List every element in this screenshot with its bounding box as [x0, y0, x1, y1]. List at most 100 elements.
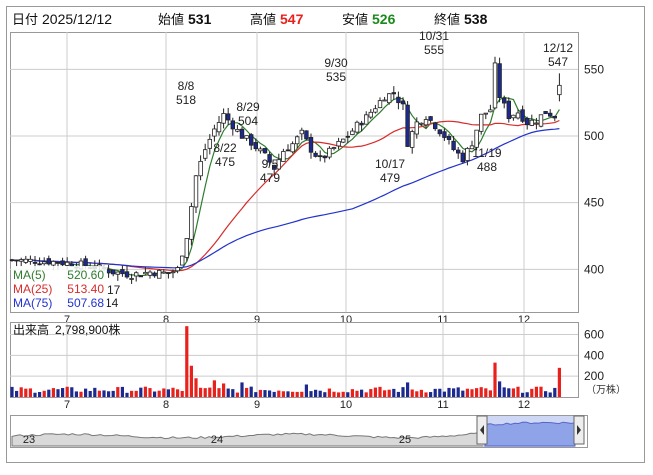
volume-bar [369, 389, 373, 397]
annotation-date: 12/12 [543, 41, 573, 55]
candle-body [55, 262, 61, 264]
volume-bar [530, 388, 534, 397]
volume-bar [217, 388, 221, 397]
annotation-price: 547 [548, 55, 568, 69]
volume-bar [235, 392, 239, 397]
volume-bar [245, 387, 249, 397]
candle-body [32, 261, 38, 264]
annotation-price: 518 [176, 93, 196, 107]
candle-body [534, 122, 539, 125]
candle-body [308, 137, 314, 153]
navigator-selected-line [484, 421, 576, 447]
volume-bar [433, 388, 437, 397]
candle-body [253, 142, 258, 150]
volume-x-tick-label: 7 [64, 399, 70, 411]
volume-bar [419, 389, 423, 397]
volume-bar [189, 365, 193, 397]
candle-body [290, 143, 295, 153]
annotation-date: 9/30 [324, 56, 348, 70]
navigator-right-handle[interactable] [573, 415, 585, 445]
volume-bar [516, 386, 520, 397]
candle-body [37, 263, 42, 266]
volume-bar [162, 388, 166, 397]
volume-bar [484, 388, 488, 397]
candle-body [221, 113, 226, 124]
volume-bar [488, 390, 492, 397]
candle-body [497, 63, 502, 98]
volume-x-tick-label: 12 [518, 399, 530, 411]
volume-bar [314, 389, 318, 397]
candle-body [386, 93, 392, 104]
annotation-date: 9/5 [262, 157, 279, 171]
low-value: 526 [372, 11, 396, 27]
candle-body [18, 259, 24, 262]
volume-bar [254, 392, 258, 397]
candle-body [120, 269, 125, 275]
volume-bar [360, 389, 364, 397]
candle-body [133, 272, 139, 277]
volume-bar [332, 391, 336, 397]
volume-value: 2,798,900株 [55, 322, 120, 337]
candle-body [428, 116, 433, 121]
candle-body [225, 113, 231, 121]
candle-body [515, 112, 521, 119]
candle-body [359, 122, 364, 126]
volume-bar [479, 387, 483, 397]
volume-bar [231, 389, 235, 397]
candle-body [299, 129, 304, 135]
candle-body [51, 261, 56, 266]
volume-panel: 200 400 600 7 8 9 10 11 12 出来高 2,798,900株 （万株） [10, 322, 626, 411]
volume-bar [134, 390, 138, 397]
volume-bar [286, 391, 290, 397]
volume-bar [470, 389, 474, 397]
volume-bar [465, 388, 469, 397]
stock-chart-window: 日付 2025/12/12 始値 531 高値 547 安値 526 終値 53… [0, 0, 653, 470]
candle-body [313, 152, 318, 157]
candle-body [170, 271, 176, 274]
navigator-left-handle[interactable] [476, 415, 488, 445]
volume-x-tick-label: 9 [254, 399, 260, 411]
volume-bar [153, 391, 157, 397]
candle-body [400, 100, 406, 105]
annotation-date: 10/17 [375, 157, 405, 171]
volume-bar [295, 391, 299, 397]
candle-body [455, 149, 461, 154]
volume-bar [33, 392, 37, 397]
range-navigator[interactable]: 23 24 25 [10, 415, 588, 448]
annotation-date: 10/31 [419, 29, 449, 43]
volume-bar [456, 387, 460, 397]
price-panel: 400450500550 7 8 9 10 11 12 8/85188/224758/29… [9, 29, 604, 326]
volume-bar [507, 388, 511, 397]
volume-bar [406, 382, 410, 397]
volume-bar [350, 389, 354, 397]
price-y-tick-label: 450 [584, 196, 604, 210]
candle-body [115, 271, 120, 275]
annotation-price: 535 [326, 70, 346, 84]
candle-body [437, 129, 442, 135]
volume-bar [557, 367, 561, 397]
candle-body [248, 134, 254, 146]
candle-body [511, 114, 516, 119]
candle-body [465, 148, 470, 161]
volume-x-tick-label: 10 [340, 399, 352, 411]
volume-bar [341, 391, 345, 397]
volume-bar [493, 362, 497, 397]
candle-body [166, 272, 171, 274]
candle-body [147, 271, 153, 276]
candle-body [184, 238, 189, 258]
volume-bar [401, 387, 405, 397]
volume-bar [212, 380, 216, 397]
volume-bar [15, 390, 19, 397]
candle-body [175, 267, 180, 272]
candle-body [322, 155, 327, 159]
candle-body [492, 62, 498, 109]
candle-body [409, 131, 415, 148]
volume-bar [176, 389, 180, 397]
volume-bar [327, 388, 331, 397]
annotation-date: 8/22 [213, 141, 237, 155]
annotation-date: 8/8 [178, 79, 195, 93]
annotation-date: 8/29 [236, 100, 260, 114]
volume-bar [148, 388, 152, 397]
volume-bar [461, 390, 465, 397]
candle-body [60, 260, 65, 266]
